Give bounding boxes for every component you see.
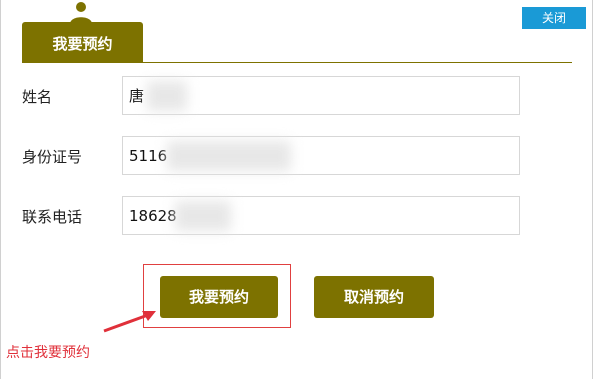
reserve-button[interactable]: 我要预约 [160, 276, 278, 318]
redaction-blur [147, 81, 187, 111]
cancel-reservation-button[interactable]: 取消预约 [314, 276, 434, 318]
id-number-field[interactable]: 5116 [122, 136, 520, 175]
phone-field[interactable]: 18628 [122, 196, 520, 235]
phone-label: 联系电话 [22, 208, 83, 226]
dialog-left-border [0, 0, 1, 379]
phone-value: 18628 [129, 207, 177, 225]
tab-underline [22, 62, 572, 63]
name-label: 姓名 [22, 88, 53, 106]
name-field[interactable]: 唐 [122, 76, 520, 115]
person-icon [70, 2, 92, 24]
annotation-arrow-icon [103, 311, 156, 333]
annotation-text: 点击我要预约 [6, 345, 90, 361]
redaction-blur [167, 141, 291, 171]
name-value: 唐 [129, 87, 145, 105]
tab-reserve[interactable]: 我要预约 [22, 22, 143, 62]
id-number-value: 5116 [129, 147, 168, 165]
redaction-blur [175, 201, 231, 231]
close-button[interactable]: 关闭 [522, 7, 586, 29]
id-number-label: 身份证号 [22, 148, 83, 166]
